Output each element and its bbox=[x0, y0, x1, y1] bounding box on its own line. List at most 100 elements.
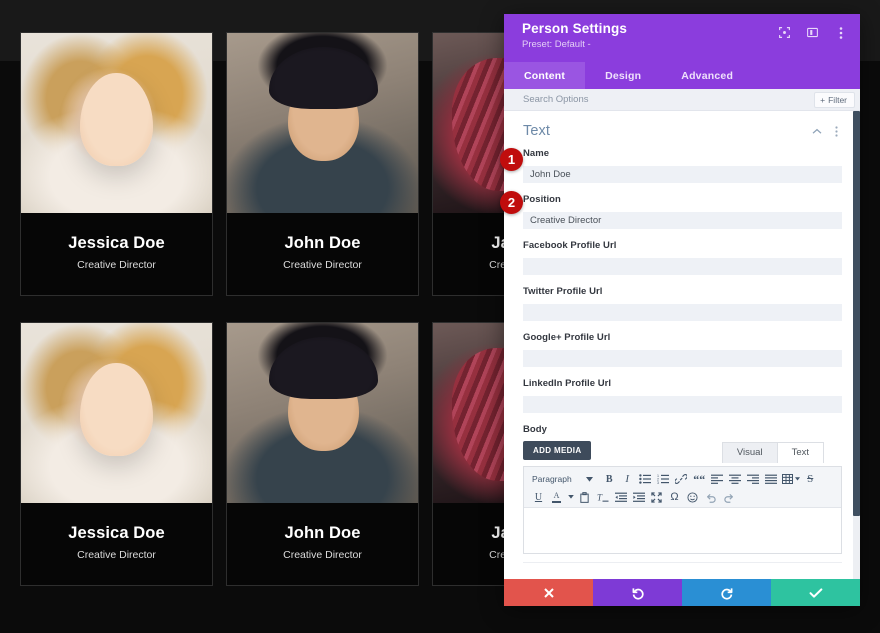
field-label: Position bbox=[523, 194, 842, 205]
panel-header: Person Settings Preset: Default - bbox=[504, 14, 860, 62]
filter-label: Filter bbox=[828, 95, 847, 105]
person-card[interactable]: John Doe Creative Director bbox=[226, 32, 419, 296]
section-image-label: Image bbox=[523, 578, 831, 580]
chevron-down-icon bbox=[795, 477, 800, 481]
field-googleplus-url: Google+ Profile Url bbox=[523, 332, 842, 367]
redo-icon bbox=[720, 586, 734, 600]
align-center-icon[interactable] bbox=[727, 471, 744, 487]
check-icon bbox=[809, 587, 823, 599]
bulleted-list-icon[interactable] bbox=[637, 471, 654, 487]
expand-icon[interactable] bbox=[777, 25, 792, 40]
paragraph-format-label: Paragraph bbox=[532, 474, 572, 484]
special-character-icon[interactable]: Ω bbox=[666, 489, 683, 505]
cancel-button[interactable] bbox=[504, 579, 593, 606]
field-label: Name bbox=[523, 148, 842, 159]
panel-layout-icon[interactable] bbox=[805, 25, 820, 40]
italic-icon[interactable]: I bbox=[619, 471, 636, 487]
svg-text:T: T bbox=[597, 492, 603, 502]
add-media-button[interactable]: ADD MEDIA bbox=[523, 441, 591, 460]
person-role: Creative Director bbox=[77, 259, 156, 271]
indent-icon[interactable] bbox=[630, 489, 647, 505]
chevron-down-icon bbox=[586, 477, 593, 482]
person-card[interactable]: Jessica Doe Creative Director bbox=[20, 32, 213, 296]
step-badge-1: 1 bbox=[500, 148, 523, 171]
search-input[interactable] bbox=[523, 94, 814, 105]
field-position: Position bbox=[523, 194, 842, 229]
undo-icon[interactable] bbox=[702, 489, 719, 505]
editor-mode-tabs: Visual Text bbox=[723, 442, 824, 463]
person-photo bbox=[227, 33, 418, 213]
numbered-list-icon[interactable]: 123 bbox=[655, 471, 672, 487]
chevron-down-icon bbox=[831, 576, 842, 579]
svg-text:3: 3 bbox=[657, 481, 659, 484]
person-photo bbox=[21, 323, 212, 503]
rich-text-editor: Paragraph B I 123 bbox=[523, 466, 842, 554]
panel-scrollbar-thumb[interactable] bbox=[853, 111, 860, 516]
bold-icon[interactable]: B bbox=[601, 471, 618, 487]
align-right-icon[interactable] bbox=[745, 471, 762, 487]
more-options-icon[interactable] bbox=[833, 25, 848, 40]
text-color-dropdown-icon[interactable] bbox=[566, 489, 575, 505]
person-photo bbox=[227, 323, 418, 503]
undo-button[interactable] bbox=[593, 579, 682, 606]
field-facebook-url: Facebook Profile Url bbox=[523, 240, 842, 275]
field-body: Body ADD MEDIA Visual Text Paragraph B I bbox=[523, 424, 842, 554]
paragraph-format-select[interactable]: Paragraph bbox=[530, 474, 596, 484]
person-card[interactable]: John Doe Creative Director bbox=[226, 322, 419, 586]
field-label: Twitter Profile Url bbox=[523, 286, 842, 297]
close-icon bbox=[543, 587, 555, 599]
tab-design[interactable]: Design bbox=[585, 62, 661, 89]
link-icon[interactable] bbox=[673, 471, 690, 487]
editor-content-area[interactable] bbox=[524, 508, 841, 553]
underline-icon[interactable]: U bbox=[530, 489, 547, 505]
panel-tab-bar: Content Design Advanced bbox=[504, 62, 860, 89]
section-title: Text bbox=[523, 123, 811, 139]
table-icon[interactable] bbox=[781, 471, 801, 487]
align-left-icon[interactable] bbox=[709, 471, 726, 487]
googleplus-url-input[interactable] bbox=[523, 350, 842, 367]
person-role: Creative Director bbox=[283, 259, 362, 271]
redo-button[interactable] bbox=[682, 579, 771, 606]
strikethrough-icon[interactable]: S bbox=[802, 471, 819, 487]
section-more-options-icon[interactable] bbox=[831, 126, 842, 137]
linkedin-url-input[interactable] bbox=[523, 396, 842, 413]
emoji-icon[interactable] bbox=[684, 489, 701, 505]
editor-tab-visual[interactable]: Visual bbox=[722, 442, 778, 463]
tab-content[interactable]: Content bbox=[504, 62, 585, 89]
panel-scrollbar-track[interactable] bbox=[853, 111, 860, 579]
chevron-up-icon[interactable] bbox=[811, 126, 822, 137]
name-input[interactable] bbox=[523, 166, 842, 183]
person-name: Jessica Doe bbox=[68, 234, 165, 253]
person-name: Jessica Doe bbox=[68, 524, 165, 543]
chevron-down-icon bbox=[568, 495, 574, 499]
editor-toolbar: Paragraph B I 123 bbox=[524, 467, 841, 508]
paste-as-text-icon[interactable] bbox=[576, 489, 593, 505]
blockquote-icon[interactable]: ““ bbox=[691, 471, 708, 487]
fullscreen-icon[interactable] bbox=[648, 489, 665, 505]
save-button[interactable] bbox=[771, 579, 860, 606]
twitter-url-input[interactable] bbox=[523, 304, 842, 321]
outdent-icon[interactable] bbox=[612, 489, 629, 505]
field-label: Body bbox=[523, 424, 842, 435]
field-label: Facebook Profile Url bbox=[523, 240, 842, 251]
editor-tab-text[interactable]: Text bbox=[777, 442, 824, 463]
redo-icon[interactable] bbox=[720, 489, 737, 505]
filter-button[interactable]: + Filter bbox=[814, 92, 855, 108]
person-name: John Doe bbox=[285, 234, 361, 253]
align-justify-icon[interactable] bbox=[763, 471, 780, 487]
text-section-header[interactable]: Text bbox=[523, 111, 842, 148]
position-input[interactable] bbox=[523, 212, 842, 229]
panel-preset-label[interactable]: Preset: Default - bbox=[522, 39, 777, 50]
tab-advanced[interactable]: Advanced bbox=[661, 62, 753, 89]
person-card[interactable]: Jessica Doe Creative Director bbox=[20, 322, 213, 586]
panel-title: Person Settings bbox=[522, 21, 777, 36]
search-options-bar: + Filter bbox=[504, 89, 860, 111]
facebook-url-input[interactable] bbox=[523, 258, 842, 275]
clear-formatting-icon[interactable]: T bbox=[594, 489, 611, 505]
plus-icon: + bbox=[820, 95, 825, 105]
panel-scroll-body: Text Name Position bbox=[504, 111, 860, 579]
text-color-icon[interactable]: A bbox=[548, 489, 565, 505]
person-role: Creative Director bbox=[283, 549, 362, 561]
section-image[interactable]: Image bbox=[523, 562, 842, 579]
toolbar-row-1: Paragraph B I 123 bbox=[530, 471, 835, 487]
